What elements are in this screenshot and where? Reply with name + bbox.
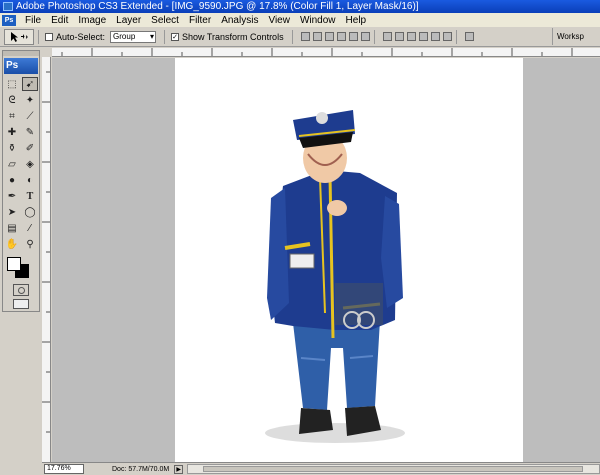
foreground-color-swatch[interactable] <box>7 257 21 271</box>
menu-filter[interactable]: Filter <box>184 15 216 26</box>
auto-select-checkbox[interactable] <box>45 32 53 41</box>
zoom-icon[interactable]: ⚲ <box>22 237 38 251</box>
title-bar: Adobe Photoshop CS3 Extended - [IMG_9590… <box>0 0 600 13</box>
auto-select-dropdown[interactable]: Group <box>110 30 157 43</box>
distribute-buttons <box>382 32 452 41</box>
align-hcenter-icon[interactable] <box>348 32 358 41</box>
divider <box>455 29 457 44</box>
magic-wand-icon[interactable]: ✦ <box>22 93 38 107</box>
zoom-level-field[interactable]: 17.76% <box>44 464 84 474</box>
show-transform-label: Show Transform Controls <box>182 31 284 42</box>
scroll-thumb[interactable] <box>203 466 584 472</box>
ps-menu-logo[interactable]: Ps <box>2 14 16 26</box>
panel-grip[interactable] <box>3 51 39 56</box>
color-swatches <box>3 255 39 281</box>
menu-analysis[interactable]: Analysis <box>216 15 263 26</box>
vertical-ruler <box>42 57 51 462</box>
distribute-vcenter-icon[interactable] <box>394 32 404 41</box>
auto-align-layers-icon[interactable] <box>464 32 474 41</box>
auto-align-button <box>464 32 474 41</box>
path-selection-icon[interactable]: ➤ <box>4 205 20 219</box>
lasso-icon[interactable]: ᘓ <box>4 93 20 107</box>
shape-icon[interactable]: ◯ <box>22 205 38 219</box>
blur-icon[interactable]: ● <box>4 173 20 187</box>
eyedropper-icon[interactable]: ⁄ <box>22 221 38 235</box>
menu-image[interactable]: Image <box>73 15 111 26</box>
notes-icon[interactable]: ▤ <box>4 221 20 235</box>
photo-boy-police-costume <box>265 110 405 443</box>
divider <box>291 29 293 44</box>
document-info: Doc: 57.7M/70.0M <box>112 465 170 473</box>
healing-brush-icon[interactable]: ✚ <box>4 125 20 139</box>
brush-icon[interactable]: ✎ <box>22 125 38 139</box>
paint-bucket-icon[interactable]: ◈ <box>22 157 38 171</box>
move-icon[interactable]: ➹ <box>22 77 38 91</box>
workspace-label: Worksp <box>557 32 584 41</box>
divider <box>373 29 375 44</box>
distribute-top-icon[interactable] <box>382 32 392 41</box>
menu-file[interactable]: File <box>20 15 46 26</box>
dodge-icon[interactable]: ◐ <box>22 173 38 187</box>
align-left-icon[interactable] <box>336 32 346 41</box>
divider <box>38 29 39 44</box>
document-canvas[interactable] <box>175 58 523 462</box>
app-icon <box>3 2 13 11</box>
quick-mask-icon <box>17 286 25 294</box>
menu-select[interactable]: Select <box>146 15 184 26</box>
screen-mode-button[interactable] <box>13 299 29 309</box>
slice-icon[interactable]: ⟋ <box>22 109 38 123</box>
distribute-left-icon[interactable] <box>418 32 428 41</box>
hand-icon[interactable]: ✋ <box>4 237 20 251</box>
align-right-icon[interactable] <box>360 32 370 41</box>
horizontal-scrollbar[interactable] <box>187 464 600 474</box>
window-title: Adobe Photoshop CS3 Extended - [IMG_9590… <box>16 1 419 12</box>
align-bottom-icon[interactable] <box>324 32 334 41</box>
marquee-icon[interactable]: ⬚ <box>4 77 20 91</box>
align-buttons <box>300 32 370 41</box>
align-vcenter-icon[interactable] <box>312 32 322 41</box>
history-brush-icon[interactable]: ✐ <box>22 141 38 155</box>
canvas-pasteboard[interactable] <box>52 58 600 462</box>
menu-layer[interactable]: Layer <box>111 15 146 26</box>
status-menu-arrow-icon[interactable]: ▶ <box>174 464 184 474</box>
auto-select-label: Auto-Select: <box>56 31 106 42</box>
align-top-icon[interactable] <box>300 32 310 41</box>
menu-window[interactable]: Window <box>295 15 341 26</box>
eraser-icon[interactable]: ▱ <box>4 157 20 171</box>
workspace-button[interactable]: Worksp <box>552 28 600 45</box>
tool-preset-picker[interactable] <box>4 28 34 45</box>
crop-icon[interactable]: ⌗ <box>4 109 20 123</box>
status-bar: 17.76% Doc: 57.7M/70.0M ▶ <box>42 462 600 475</box>
divider <box>164 29 166 44</box>
quick-mask-button[interactable] <box>13 284 29 296</box>
tool-grid: ⬚ ➹ ᘓ ✦ ⌗ ⟋ ✚ ✎ ⚱ ✐ ▱ ◈ ● ◐ ✒ T ➤ ◯ ▤ ⁄ … <box>3 77 39 251</box>
photoshop-window: Adobe Photoshop CS3 Extended - [IMG_9590… <box>0 0 600 475</box>
type-icon[interactable]: T <box>22 189 38 203</box>
menu-edit[interactable]: Edit <box>46 15 73 26</box>
clone-stamp-icon[interactable]: ⚱ <box>4 141 20 155</box>
menu-bar: Ps File Edit Image Layer Select Filter A… <box>0 13 600 27</box>
distribute-hcenter-icon[interactable] <box>430 32 440 41</box>
distribute-right-icon[interactable] <box>442 32 452 41</box>
distribute-bottom-icon[interactable] <box>406 32 416 41</box>
menu-help[interactable]: Help <box>341 15 372 26</box>
pen-icon[interactable]: ✒ <box>4 189 20 203</box>
tools-panel: Ps ⬚ ➹ ᘓ ✦ ⌗ ⟋ ✚ ✎ ⚱ ✐ ▱ ◈ ● ◐ ✒ T ➤ ◯ ▤… <box>2 50 40 312</box>
move-icon <box>11 31 28 42</box>
horizontal-ruler <box>52 48 600 57</box>
show-transform-checkbox[interactable]: ✓ <box>171 32 180 41</box>
menu-view[interactable]: View <box>263 15 295 26</box>
options-bar: Auto-Select: Group ✓ Show Transform Cont… <box>0 27 600 47</box>
ps-badge: Ps <box>4 58 38 74</box>
